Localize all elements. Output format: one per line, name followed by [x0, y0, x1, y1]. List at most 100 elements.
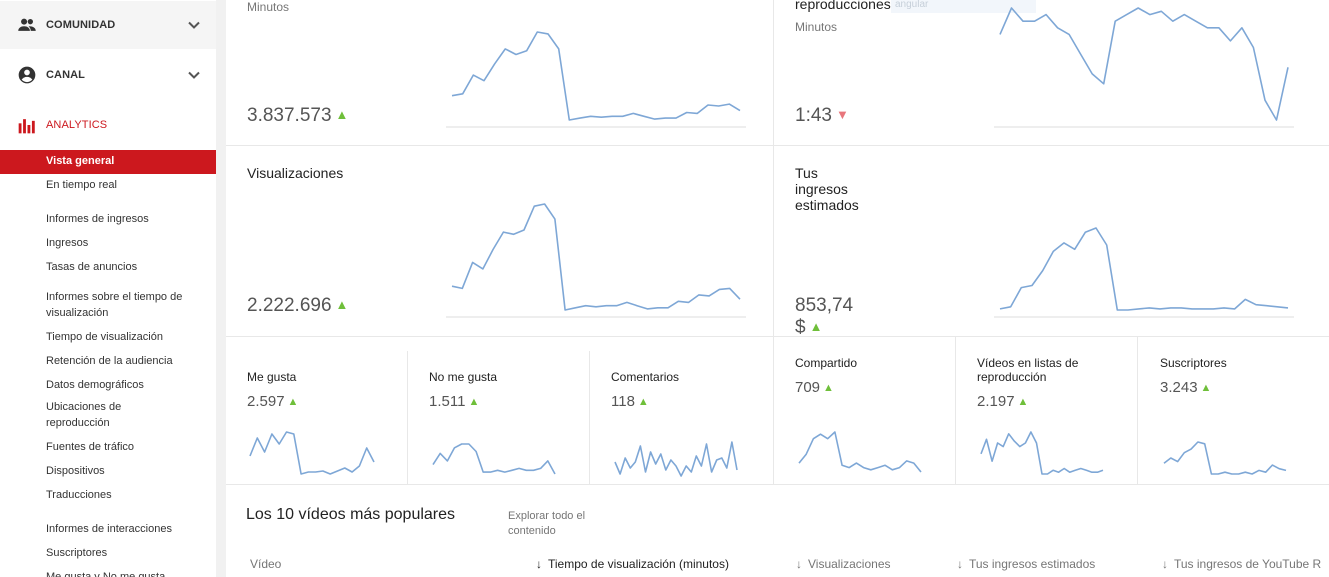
people-icon — [18, 18, 36, 31]
column-header-video[interactable]: Vídeo — [250, 557, 281, 571]
subscribers-sparkline — [1163, 441, 1287, 475]
sidebar-item-informes-de-interacciones[interactable]: Informes de interacciones — [0, 521, 216, 537]
watch-time-unit: Minutos — [247, 0, 290, 14]
sparkline-series — [999, 7, 1289, 121]
account-circle-icon — [18, 66, 36, 84]
sidebar-item-fuentes-de-trafico[interactable]: Fuentes de tráfico — [0, 439, 216, 455]
subscribers-number: 3.243 — [1160, 379, 1198, 396]
card-divider — [407, 351, 408, 484]
sparkline-series — [999, 227, 1289, 311]
avg-duration-unit: Minutos — [795, 20, 838, 34]
column-label: Vídeo — [250, 557, 282, 571]
trend-up-icon: ▲ — [1200, 382, 1212, 394]
watch-time-sparkline — [446, 31, 746, 128]
column-header-youtube-red-revenue[interactable]: ↓ Tus ingresos de YouTube R — [1162, 557, 1321, 571]
sidebar-section-analytics[interactable]: ANALYTICS — [0, 101, 216, 149]
sort-arrow-down-icon: ↓ — [536, 557, 542, 571]
subscribers-title: Suscriptores — [1160, 356, 1227, 370]
sidebar-section-canal[interactable]: CANAL — [0, 51, 216, 99]
trend-up-icon: ▲ — [823, 382, 834, 394]
card-divider — [955, 337, 956, 484]
views-value: 2.222.696 ▲ — [247, 295, 348, 317]
sidebar-item-informes-de-ingresos[interactable]: Informes de ingresos — [0, 211, 216, 227]
sparkline-series — [451, 31, 741, 121]
card-divider — [226, 145, 1329, 146]
sparkline-series — [1163, 441, 1287, 475]
trend-up-icon: ▲ — [809, 319, 823, 334]
column-header-views[interactable]: ↓ Visualizaciones — [796, 557, 891, 571]
shares-title: Compartido — [795, 356, 858, 370]
dislikes-value: 1.511 ▲ — [429, 393, 479, 410]
trend-up-icon: ▲ — [335, 297, 349, 312]
likes-value: 2.597 ▲ — [247, 393, 298, 410]
column-label: Tiempo de visualización (minutos) — [548, 557, 729, 571]
watch-time-value: 3.837.573 ▲ — [247, 105, 348, 127]
sidebar-item-traducciones[interactable]: Traducciones — [0, 487, 216, 503]
comments-value: 118 ▲ — [611, 393, 649, 410]
avg-duration-sparkline — [994, 7, 1294, 128]
dislikes-number: 1.511 — [429, 393, 466, 410]
watch-time-number: 3.837.573 — [247, 105, 332, 126]
trend-up-icon: ▲ — [287, 396, 299, 408]
sparkline-series — [432, 443, 556, 475]
bar-chart-icon — [18, 119, 35, 134]
sidebar-section-comunidad[interactable]: COMUNIDAD — [0, 1, 216, 49]
sidebar-item-suscriptores[interactable]: Suscriptores — [0, 545, 216, 561]
sidebar-divider — [216, 0, 226, 577]
sidebar-item-tasas-de-anuncios[interactable]: Tasas de anuncios — [0, 259, 216, 275]
trend-up-icon: ▲ — [637, 396, 649, 408]
trend-up-icon: ▲ — [468, 396, 480, 408]
sidebar-item-dispositivos[interactable]: Dispositivos — [0, 463, 216, 479]
revenue-sparkline — [994, 227, 1294, 318]
shares-sparkline — [798, 431, 922, 473]
trend-down-icon: ▼ — [835, 107, 849, 122]
views-title: Visualizaciones — [247, 165, 344, 181]
column-header-watch-time[interactable]: ↓ Tiempo de visualización (minutos) — [536, 557, 729, 571]
comments-sparkline — [614, 441, 738, 477]
sidebar-section-label: CANAL — [46, 69, 85, 81]
sidebar-item-tiempo-de-visualizacion[interactable]: Tiempo de visualización — [0, 329, 216, 345]
views-sparkline — [446, 203, 746, 318]
sort-arrow-down-icon: ↓ — [957, 557, 963, 571]
revenue-title: Tus ingresos estimados — [795, 165, 859, 213]
views-number: 2.222.696 — [247, 295, 332, 316]
sidebar-item-en-tiempo-real[interactable]: En tiempo real — [0, 177, 216, 193]
column-header-estimated-revenue[interactable]: ↓ Tus ingresos estimados — [957, 557, 1095, 571]
avg-duration-title: reproducciones — [795, 0, 891, 12]
popular-videos-title: Los 10 vídeos más populares — [246, 506, 456, 523]
main-content: Minutos 3.837.573 ▲ reproducciones angula… — [226, 0, 1329, 577]
sparkline-series — [614, 441, 738, 477]
chevron-down-icon[interactable] — [188, 71, 200, 79]
sidebar-item-retencion-audiencia[interactable]: Retención de la audiencia — [0, 353, 216, 369]
shares-number: 709 — [795, 379, 821, 396]
explore-content-link[interactable]: Explorar todo el contenido — [508, 509, 608, 539]
revenue-value: 853,74 $ ▲ — [795, 295, 853, 339]
card-divider — [773, 0, 774, 484]
playlists-value: 2.197 ▲ — [977, 393, 1028, 410]
column-label: Tus ingresos estimados — [969, 557, 1096, 571]
subscribers-value: 3.243 ▲ — [1160, 379, 1211, 396]
sidebar-section-label: COMUNIDAD — [46, 19, 116, 31]
sidebar-item-datos-demograficos[interactable]: Datos demográficos — [0, 377, 216, 393]
likes-number: 2.597 — [247, 393, 285, 410]
sparkline-series — [798, 431, 922, 473]
trend-up-icon: ▲ — [1017, 396, 1029, 408]
card-divider — [1137, 337, 1138, 484]
sidebar-item-ingresos[interactable]: Ingresos — [0, 235, 216, 251]
sidebar-item-me-gusta[interactable]: Me gusta y No me gusta — [0, 569, 216, 577]
sidebar-item-informes-tiempo-visualizacion[interactable]: Informes sobre el tiempo de visualizació… — [0, 289, 200, 321]
column-label: Tus ingresos de YouTube R — [1174, 557, 1322, 571]
trend-up-icon: ▲ — [335, 107, 349, 122]
chevron-down-icon[interactable] — [188, 21, 200, 29]
likes-sparkline — [249, 431, 375, 475]
sidebar: COMUNIDAD CANAL ANALYTICS Vista general … — [0, 0, 216, 577]
comments-number: 118 — [611, 393, 635, 410]
avg-duration-number: 1:43 — [795, 105, 832, 126]
sort-arrow-down-icon: ↓ — [796, 557, 802, 571]
sparkline-series — [249, 431, 375, 475]
sparkline-series — [980, 431, 1104, 475]
playlists-number: 2.197 — [977, 393, 1015, 410]
sidebar-item-vista-general[interactable]: Vista general — [0, 150, 216, 174]
sidebar-item-ubicaciones-reproduccion[interactable]: Ubicaciones de reproducción — [0, 399, 140, 431]
sidebar-section-label: ANALYTICS — [46, 119, 108, 131]
